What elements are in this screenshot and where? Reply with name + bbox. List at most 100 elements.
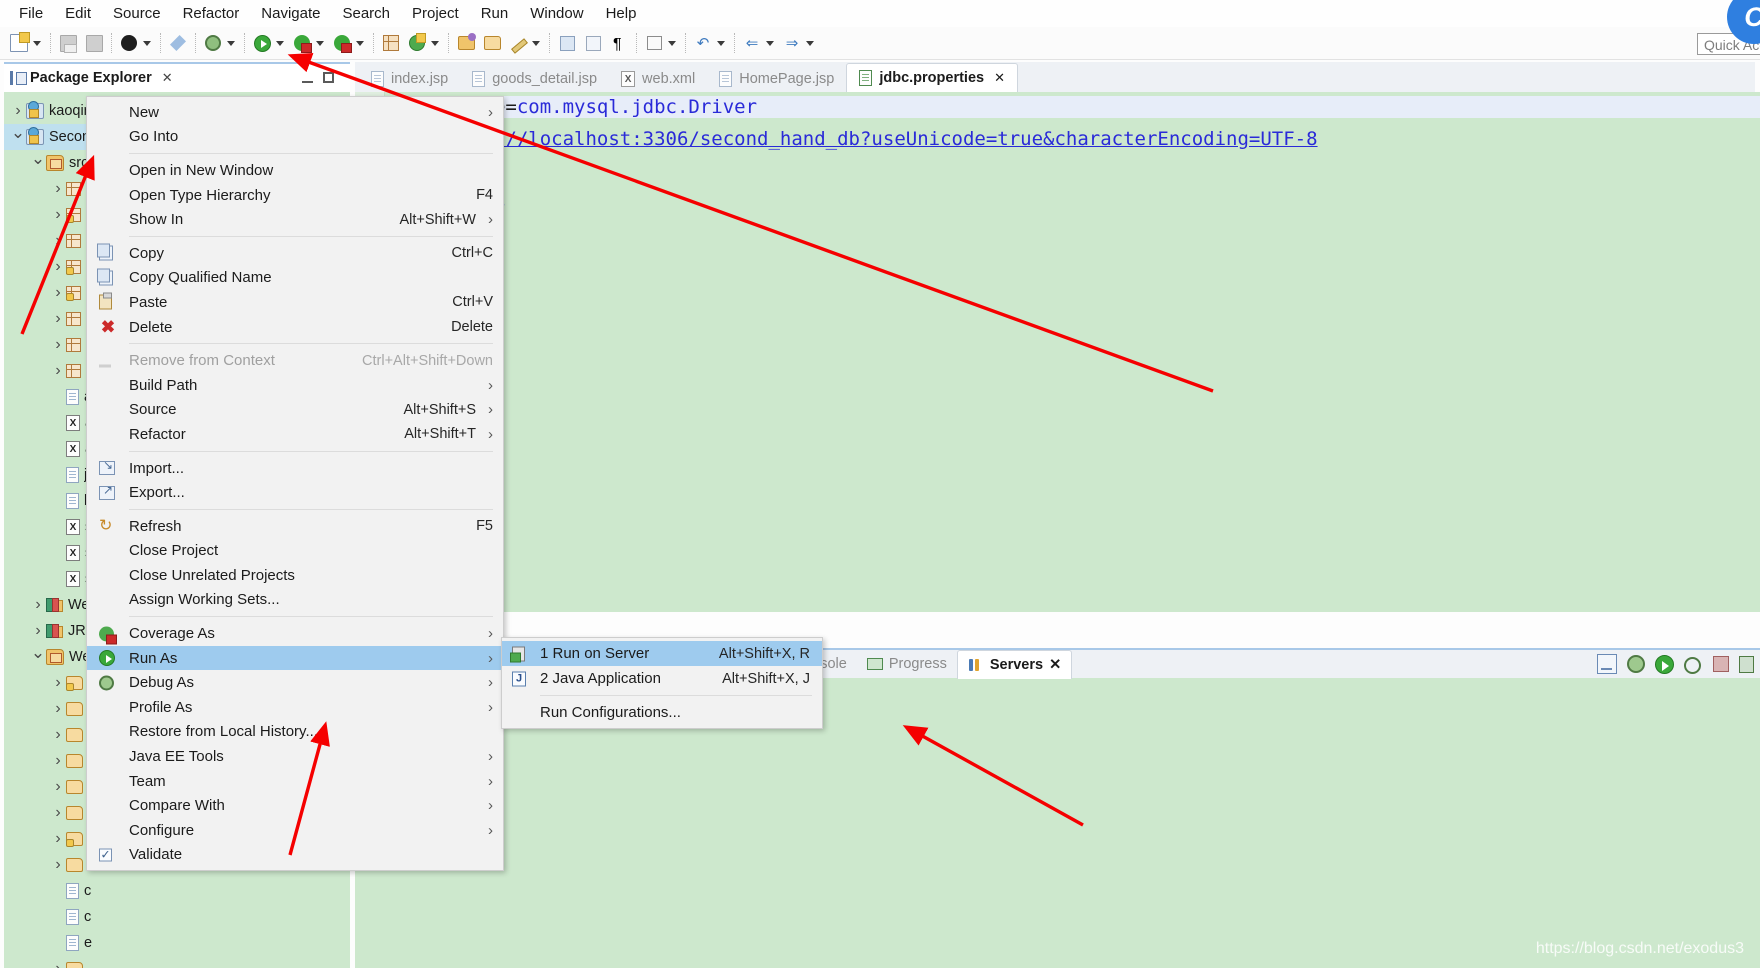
chevron-right-icon[interactable] [50, 232, 66, 250]
menu-file[interactable]: File [8, 2, 54, 25]
minimize-icon[interactable] [302, 72, 313, 83]
run-last-dropdown-icon[interactable] [356, 40, 364, 46]
context-item-debug-as[interactable]: Debug As › [87, 670, 503, 695]
run-icon[interactable] [250, 31, 274, 55]
chevron-right-icon[interactable] [50, 726, 66, 744]
context-item-compare-with[interactable]: Compare With › [87, 793, 503, 818]
context-item-source[interactable]: Source Alt+Shift+S › [87, 398, 503, 423]
jump-back-icon[interactable]: ↶ [691, 31, 715, 55]
context-item-open-in-new-window[interactable]: Open in New Window [87, 158, 503, 183]
menu-edit[interactable]: Edit [54, 2, 102, 25]
chevron-right-icon[interactable] [50, 206, 66, 224]
chevron-right-icon[interactable] [50, 180, 66, 198]
tab-progress[interactable]: Progress [857, 652, 957, 676]
save-icon[interactable] [56, 31, 80, 55]
context-item-export[interactable]: Export... [87, 480, 503, 505]
close-icon[interactable]: ✕ [994, 70, 1005, 86]
code-editor[interactable]: rClassName=com.mysql.jdbc.Driver dbc:mys… [355, 92, 1760, 612]
context-item-refactor[interactable]: Refactor Alt+Shift+T › [87, 422, 503, 447]
menu-run[interactable]: Run [470, 2, 520, 25]
context-item-go-into[interactable]: Go Into [87, 125, 503, 150]
context-item-show-in[interactable]: Show In Alt+Shift+W › [87, 207, 503, 232]
context-item-assign-working-sets[interactable]: Assign Working Sets... [87, 588, 503, 613]
context-item-profile-as[interactable]: Profile As › [87, 695, 503, 720]
tab-package-explorer[interactable]: Package Explorer ✕ [4, 67, 181, 89]
chevron-down-icon[interactable] [30, 647, 46, 667]
chevron-right-icon[interactable] [50, 752, 66, 770]
run-dropdown-icon[interactable] [276, 40, 284, 46]
context-item-copy-qualified-name[interactable]: Copy Qualified Name [87, 266, 503, 291]
checkbox-checked-icon[interactable]: ✓ [99, 848, 112, 862]
perspective2-icon[interactable] [581, 31, 605, 55]
context-item-import[interactable]: Import... [87, 456, 503, 481]
context-item-new[interactable]: New › [87, 100, 503, 125]
profile-server-icon[interactable] [1684, 655, 1703, 674]
tree-item-file-9[interactable]: c [4, 878, 350, 904]
tab-dropdown-icon[interactable] [668, 40, 676, 46]
new-wizard-dropdown-icon[interactable] [33, 40, 41, 46]
editor-tab-goods-detail-jsp[interactable]: goods_detail.jsp [460, 65, 610, 92]
chevron-right-icon[interactable] [50, 700, 66, 718]
chevron-right-icon[interactable] [30, 622, 46, 640]
editor-tab-index-jsp[interactable]: index.jsp [359, 65, 461, 92]
editor-tab-web-xml[interactable]: X web.xml [609, 65, 708, 92]
context-item-validate[interactable]: ✓ Validate [87, 843, 503, 868]
menu-refactor[interactable]: Refactor [172, 2, 251, 25]
chevron-right-icon[interactable] [50, 804, 66, 822]
open-resource-icon[interactable] [480, 31, 504, 55]
tree-item-file-10[interactable]: c [4, 904, 350, 930]
start-server-icon[interactable] [1655, 654, 1674, 674]
chevron-right-icon[interactable] [50, 674, 66, 692]
save-all-icon[interactable] [82, 31, 106, 55]
new-annotation-dropdown-icon[interactable] [431, 40, 439, 46]
publish-icon[interactable] [1739, 655, 1754, 673]
coverage-icon[interactable] [290, 31, 314, 55]
menu-navigate[interactable]: Navigate [250, 2, 331, 25]
new-annotation-icon[interactable] [405, 31, 429, 55]
person-icon[interactable] [117, 31, 141, 55]
close-icon[interactable]: ✕ [162, 70, 173, 86]
link-icon[interactable] [166, 31, 190, 55]
context-item-close-project[interactable]: Close Project [87, 539, 503, 564]
chevron-right-icon[interactable] [50, 310, 66, 328]
context-item-run-as[interactable]: Run As › [87, 645, 503, 671]
maximize-icon[interactable] [323, 72, 334, 83]
new-java-package-icon[interactable] [379, 31, 403, 55]
coverage-dropdown-icon[interactable] [316, 40, 324, 46]
context-item-team[interactable]: Team › [87, 769, 503, 794]
menu-help[interactable]: Help [595, 2, 648, 25]
context-item-java-ee-tools[interactable]: Java EE Tools › [87, 744, 503, 769]
chevron-right-icon[interactable] [50, 258, 66, 276]
tab-icon[interactable] [642, 31, 666, 55]
context-item-configure[interactable]: Configure › [87, 818, 503, 843]
editor-tab-homepage-jsp[interactable]: HomePage.jsp [707, 65, 847, 92]
chevron-right-icon[interactable] [50, 362, 66, 380]
context-item-open-type-hierarchy[interactable]: Open Type Hierarchy F4 [87, 183, 503, 208]
forward-icon[interactable]: ⇒ [780, 31, 804, 55]
stop-server-icon[interactable] [1713, 656, 1729, 672]
chevron-right-icon[interactable] [50, 830, 66, 848]
submenu-item-java-application[interactable]: J 2 Java Application Alt+Shift+X, J [502, 666, 822, 691]
back-dropdown-icon[interactable] [766, 40, 774, 46]
forward-dropdown-icon[interactable] [806, 40, 814, 46]
back-icon[interactable]: ⇐ [740, 31, 764, 55]
context-item-refresh[interactable]: ↻ Refresh F5 [87, 514, 503, 539]
chevron-right-icon[interactable] [50, 336, 66, 354]
context-item-copy[interactable]: Copy Ctrl+C [87, 241, 503, 266]
jump-back-dropdown-icon[interactable] [717, 40, 725, 46]
chevron-down-icon[interactable] [30, 153, 46, 173]
chevron-down-icon[interactable] [10, 127, 26, 147]
chevron-right-icon[interactable] [30, 596, 46, 614]
submenu-item-run-configurations[interactable]: Run Configurations... [502, 700, 822, 725]
tree-item-file-11[interactable]: e [4, 930, 350, 956]
pen-dropdown-icon[interactable] [532, 40, 540, 46]
minimize-icon[interactable] [1597, 654, 1617, 674]
editor-tab-jdbc-properties[interactable]: jdbc.properties ✕ [846, 63, 1018, 92]
debug-icon[interactable] [201, 31, 225, 55]
menu-project[interactable]: Project [401, 2, 470, 25]
chevron-right-icon[interactable] [50, 284, 66, 302]
context-item-restore-from-local-history[interactable]: Restore from Local History... [87, 720, 503, 745]
debug-dropdown-icon[interactable] [227, 40, 235, 46]
tab-servers[interactable]: Servers ✕ [956, 649, 1073, 679]
chevron-right-icon[interactable] [50, 960, 66, 968]
